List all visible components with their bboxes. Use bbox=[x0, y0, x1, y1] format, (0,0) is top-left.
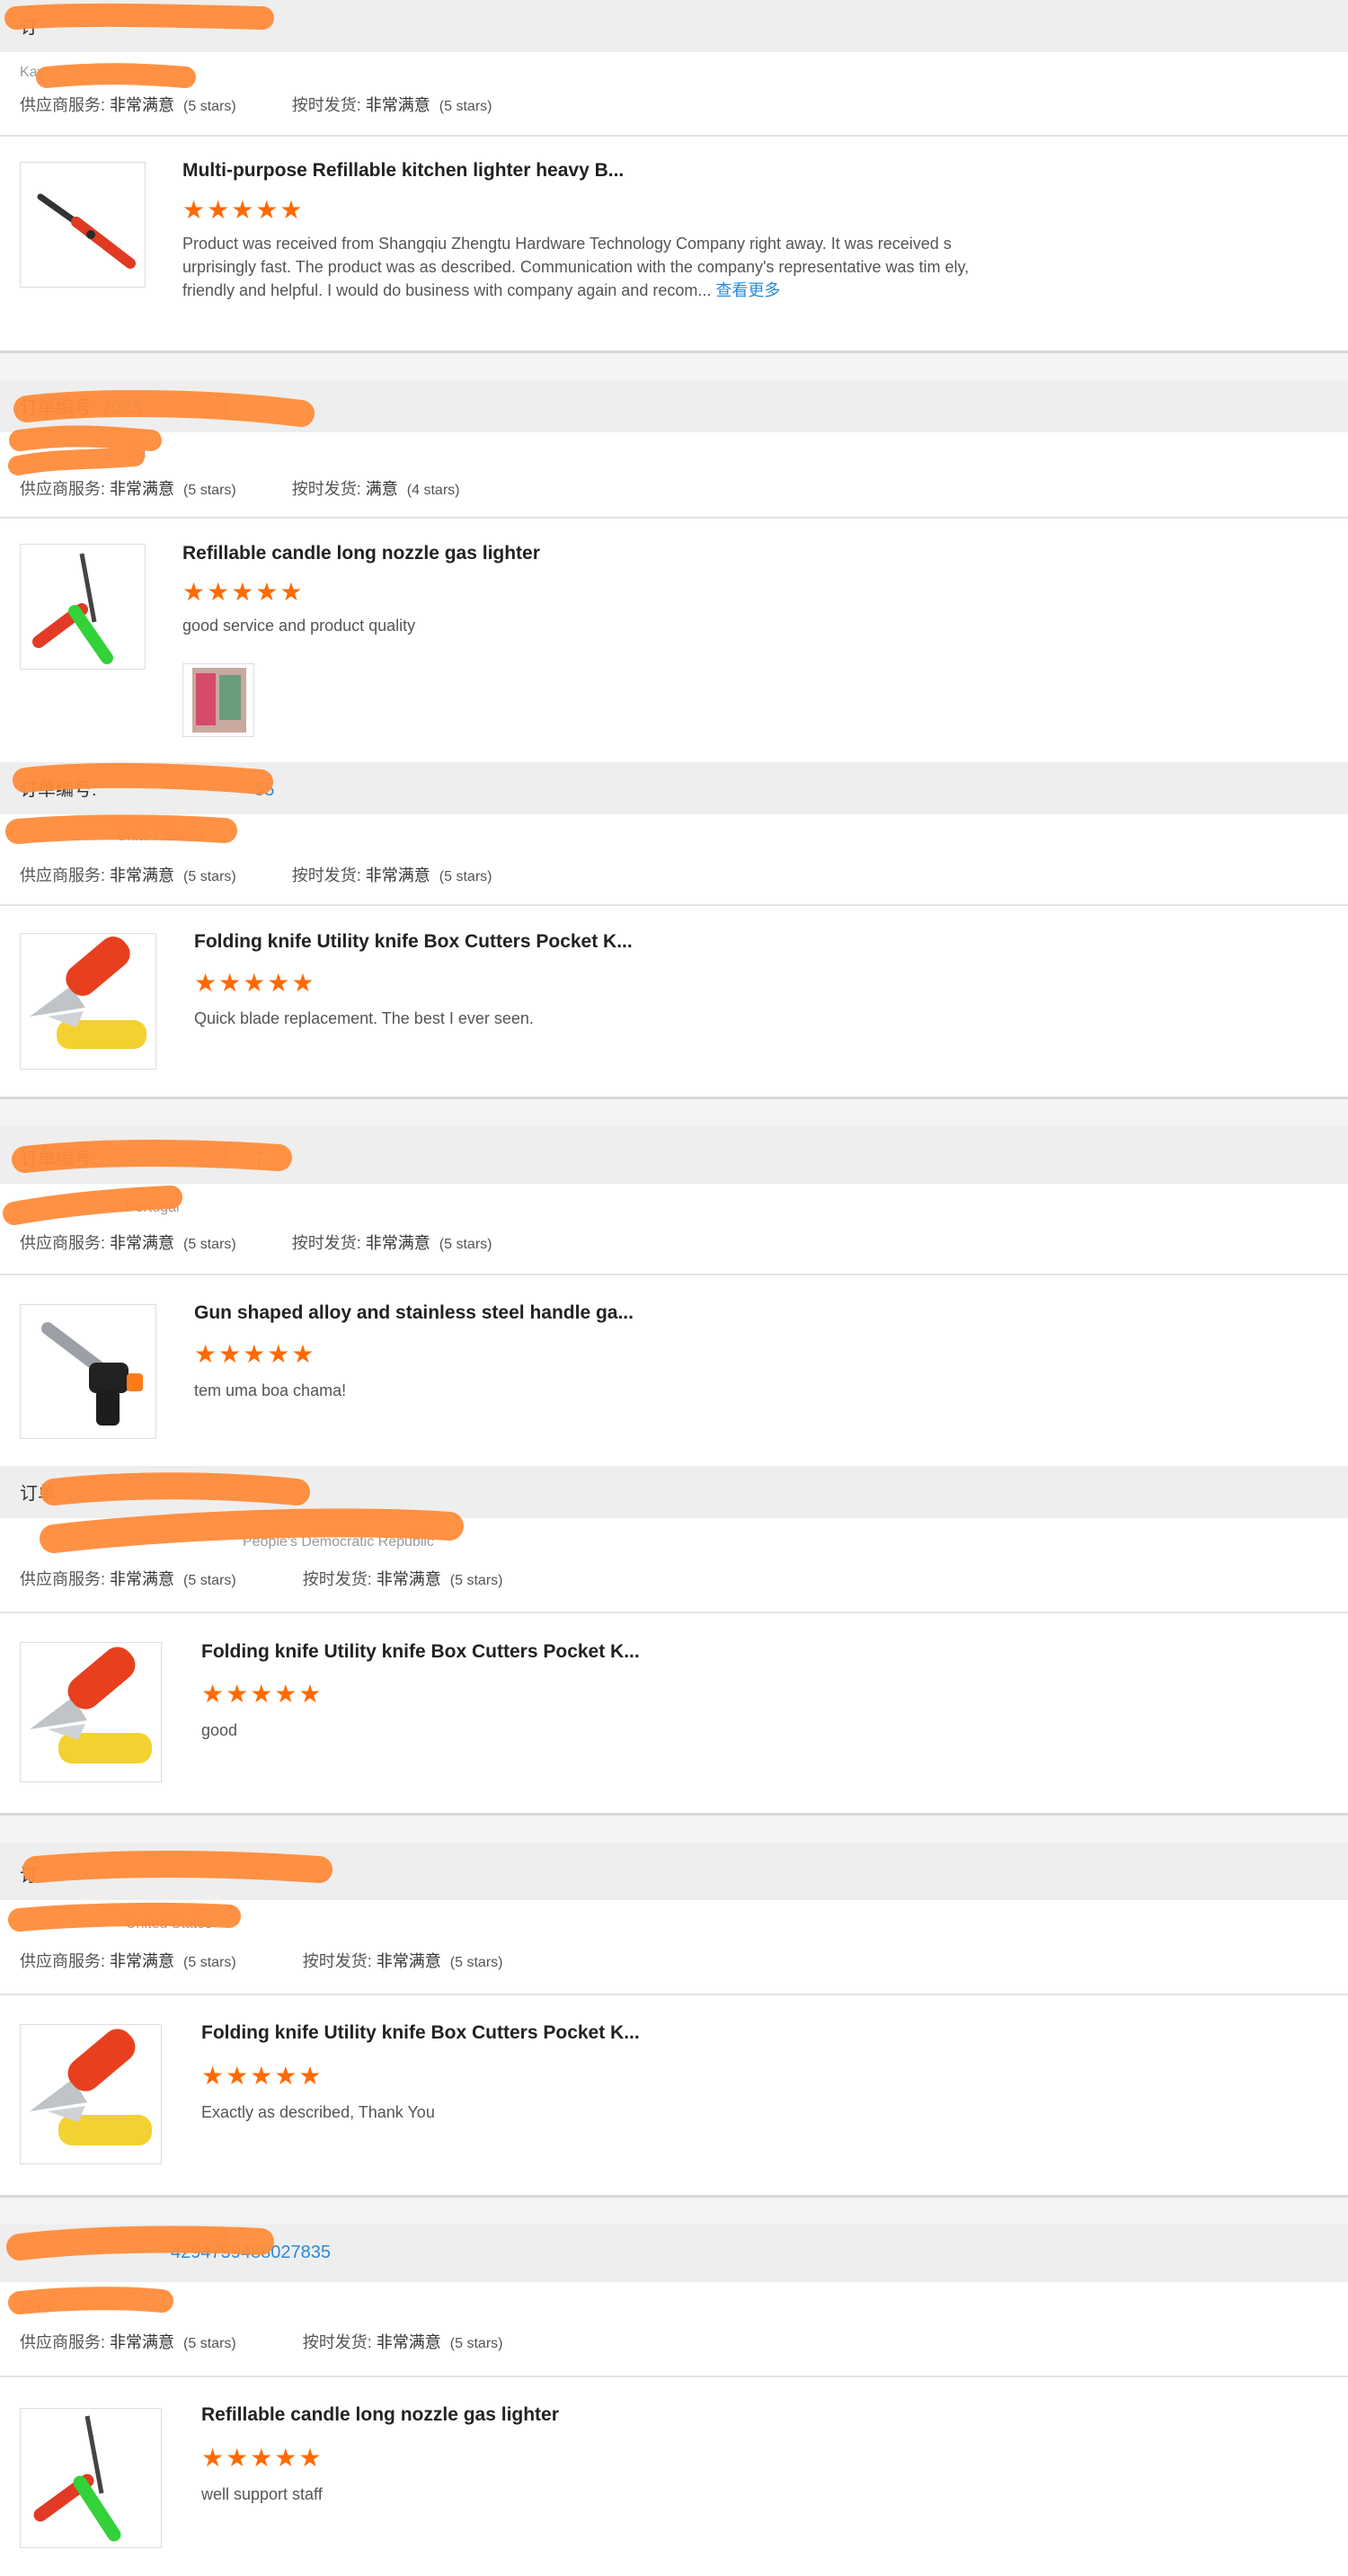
redaction-overlay bbox=[3, 3, 464, 2314]
